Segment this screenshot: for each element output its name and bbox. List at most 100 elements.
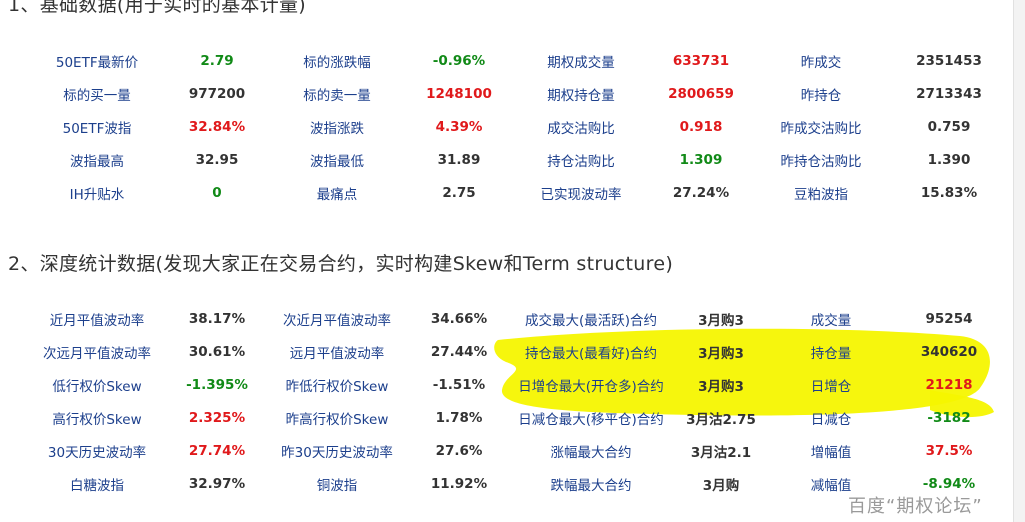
metric-label: 昨成交	[800, 54, 842, 71]
basic-data-body: 50ETF最新价 2.79 标的涨跌幅 -0.96% 期权成交量 633731 昨成交 235…	[22, 44, 1002, 209]
metric-label: 次远月平值波动率	[43, 345, 151, 362]
metric-value: -1.51%	[432, 376, 486, 393]
table-row: 波指最高 32.95 波指最低 31.89 持仓沽购比 1.309 昨持仓沽购比 1.390	[22, 143, 1002, 176]
metric-value: -0.96%	[432, 52, 486, 69]
metric-label: 日增仓	[810, 378, 852, 395]
metric-value: 2351453	[916, 52, 982, 69]
metric-label: 近月平值波动率	[49, 312, 145, 329]
metric-label: 成交量	[810, 312, 852, 329]
metric-label: 日减仓最大(移平仓)合约	[518, 411, 664, 428]
metric-label: 昨持仓	[800, 87, 842, 104]
metric-value: 31.89	[437, 151, 481, 168]
metric-value: 633731	[672, 52, 730, 69]
metric-label: 低行权价Skew	[52, 378, 142, 395]
metric-label: 铜波指	[316, 477, 358, 494]
metric-value: 3月沽2.1	[690, 444, 752, 461]
table-row: 30天历史波动率 27.74% 昨30天历史波动率 27.6% 涨幅最大合约 3月沽2.1…	[22, 434, 1002, 467]
metric-value: 32.97%	[188, 475, 246, 492]
metric-value: 2800659	[668, 85, 734, 102]
metric-label: 昨高行权价Skew	[285, 411, 389, 428]
table-row: 50ETF最新价 2.79 标的涨跌幅 -0.96% 期权成交量 633731 昨成交 235…	[22, 44, 1002, 77]
metric-value: 0.918	[679, 118, 723, 135]
metric-label: 次近月平值波动率	[283, 312, 391, 329]
metric-value: 27.44%	[430, 343, 488, 360]
metric-label: 持仓最大(最看好)合约	[524, 345, 658, 362]
metric-value: 0.759	[927, 118, 971, 135]
metric-label: 成交沽购比	[547, 120, 615, 137]
metric-value: 38.17%	[188, 310, 246, 327]
metric-value: 32.95	[195, 151, 239, 168]
metric-label: 昨持仓沽购比	[780, 153, 862, 170]
metric-value: -3182	[927, 409, 971, 426]
metric-label: 标的卖一量	[303, 87, 371, 104]
metric-label: 波指最高	[70, 153, 124, 170]
metric-label: 持仓沽购比	[547, 153, 615, 170]
metric-value: 1.309	[679, 151, 723, 168]
metric-value: 34.66%	[430, 310, 488, 327]
metric-label: 持仓量	[810, 345, 852, 362]
metric-label: 跌幅最大合约	[550, 477, 632, 494]
table-row: 高行权价Skew 2.325% 昨高行权价Skew 1.78% 日减仓最大(移平仓)合约…	[22, 401, 1002, 434]
table-row: 低行权价Skew -1.395% 昨低行权价Skew -1.51% 日增仓最大(开仓多)…	[22, 368, 1002, 401]
metric-value: 15.83%	[920, 184, 978, 201]
metric-value: 21218	[925, 376, 973, 393]
deep-stats-body: 近月平值波动率 38.17% 次近月平值波动率 34.66% 成交最大(最活跃)合约 3月…	[22, 302, 1002, 500]
metric-label: 期权成交量	[547, 54, 615, 71]
table-row: 标的买一量 977200 标的卖一量 1248100 期权持仓量 2800659 昨持仓 27…	[22, 77, 1002, 110]
metric-value: 3月购3	[698, 312, 744, 329]
metric-value: 3月沽2.75	[686, 411, 756, 428]
metric-value: 27.24%	[672, 184, 730, 201]
metric-value: 27.6%	[435, 442, 483, 459]
metric-label: 昨低行权价Skew	[285, 378, 389, 395]
metric-value: 0	[212, 184, 222, 201]
metric-value: 977200	[188, 85, 246, 102]
metric-value: 2.75	[442, 184, 476, 201]
metric-value: 1248100	[426, 85, 492, 102]
metric-label: 50ETF波指	[62, 120, 132, 137]
metric-label: IH升贴水	[69, 186, 125, 203]
metric-label: 成交最大(最活跃)合约	[524, 312, 658, 329]
metric-label: 豆粕波指	[794, 186, 848, 203]
metric-value: 3月购	[702, 477, 740, 494]
metric-label: 30天历史波动率	[47, 444, 147, 461]
metric-value: 95254	[925, 310, 973, 327]
metric-value: 2713343	[916, 85, 982, 102]
metric-value: -1.395%	[186, 376, 248, 393]
metric-value: 2.79	[200, 52, 234, 69]
window-right-edge	[1013, 0, 1025, 522]
metric-label: 白糖波指	[70, 477, 124, 494]
metric-label: 标的买一量	[63, 87, 131, 104]
metric-value: 37.5%	[925, 442, 973, 459]
metric-value: 27.74%	[188, 442, 246, 459]
metric-value: 3月购3	[698, 345, 744, 362]
metric-label: 50ETF最新价	[55, 54, 139, 71]
metric-label: 波指涨跌	[310, 120, 364, 137]
table-row: IH升贴水 0 最痛点 2.75 已实现波动率 27.24% 豆粕波指 15.83%	[22, 176, 1002, 209]
metric-label: 最痛点	[316, 186, 358, 203]
metric-value: 32.84%	[188, 118, 246, 135]
metric-label: 昨成交沽购比	[780, 120, 862, 137]
metric-label: 已实现波动率	[540, 186, 622, 203]
metric-value: 340620	[920, 343, 978, 360]
watermark-text: 百度“期权论坛”	[848, 496, 983, 517]
table-row: 近月平值波动率 38.17% 次近月平值波动率 34.66% 成交最大(最活跃)合约 3月…	[22, 302, 1002, 335]
metric-value: 11.92%	[430, 475, 488, 492]
metric-value: 4.39%	[435, 118, 483, 135]
metric-label: 增幅值	[810, 444, 852, 461]
table-row: 50ETF波指 32.84% 波指涨跌 4.39% 成交沽购比 0.918 昨成交沽购比 0.…	[22, 110, 1002, 143]
metric-label: 远月平值波动率	[289, 345, 385, 362]
metric-label: 高行权价Skew	[52, 411, 142, 428]
metric-label: 波指最低	[310, 153, 364, 170]
metric-value: 2.325%	[188, 409, 246, 426]
deep-stats-table: 近月平值波动率 38.17% 次近月平值波动率 34.66% 成交最大(最活跃)合约 3月…	[22, 302, 1002, 500]
section-title-basic-data: 1、基础数据(用于实时的基本计量)	[8, 0, 307, 16]
metric-label: 日增仓最大(开仓多)合约	[518, 378, 664, 395]
metric-label: 涨幅最大合约	[550, 444, 632, 461]
metric-value: 1.390	[927, 151, 971, 168]
metric-value: 1.78%	[435, 409, 483, 426]
metric-label: 标的涨跌幅	[303, 54, 371, 71]
metric-value: 3月购3	[698, 378, 744, 395]
metric-label: 日减仓	[810, 411, 852, 428]
basic-data-table: 50ETF最新价 2.79 标的涨跌幅 -0.96% 期权成交量 633731 昨成交 235…	[22, 44, 1002, 209]
table-row: 次远月平值波动率 30.61% 远月平值波动率 27.44% 持仓最大(最看好)合约 3月…	[22, 335, 1002, 368]
